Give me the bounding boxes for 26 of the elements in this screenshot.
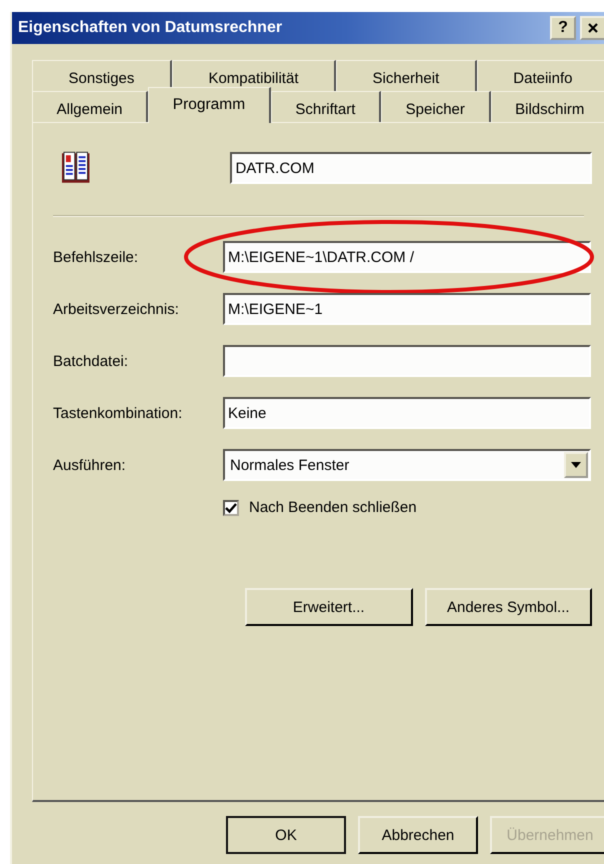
tab[interactable]: Bildschirm	[490, 91, 604, 122]
name-field[interactable]: DATR.COM	[230, 152, 592, 184]
field-label: Batchdatei:	[53, 352, 130, 370]
input-field[interactable]: M:\EIGENE~1	[223, 293, 591, 325]
checkbox-label: Nach Beenden schließen	[249, 499, 417, 516]
tab[interactable]: Speicher	[381, 91, 491, 122]
tab[interactable]: Programm	[148, 87, 271, 123]
input-field[interactable]: Keine	[223, 397, 591, 429]
panel-button[interactable]: Erweitert...	[245, 588, 412, 626]
tab[interactable]: Sonstiges	[32, 60, 172, 91]
dropdown[interactable]: Normales Fenster	[223, 449, 591, 481]
dialog-button[interactable]: OK	[226, 816, 346, 854]
field-label: Tastenkombination:	[53, 404, 184, 422]
tab[interactable]: Dateiinfo	[476, 60, 604, 91]
help-button[interactable]: ?	[550, 16, 576, 40]
window-title: Eigenschaften von Datumsrechner	[18, 19, 282, 37]
panel-button[interactable]: Anderes Symbol...	[424, 588, 592, 626]
input-field[interactable]: M:\EIGENE~1\DATR.COM /	[223, 241, 591, 273]
field-label: Arbeitsverzeichnis:	[53, 300, 180, 318]
field-label: Befehlszeile:	[53, 248, 140, 266]
field-label: Ausführen:	[53, 456, 127, 474]
tab[interactable]: Kompatibilität	[172, 60, 336, 91]
dialog-button[interactable]: Abbrechen	[358, 816, 478, 854]
tab[interactable]: Sicherheit	[336, 60, 477, 91]
tab[interactable]: Schriftart	[270, 91, 382, 122]
tab[interactable]: Allgemein	[32, 91, 148, 122]
